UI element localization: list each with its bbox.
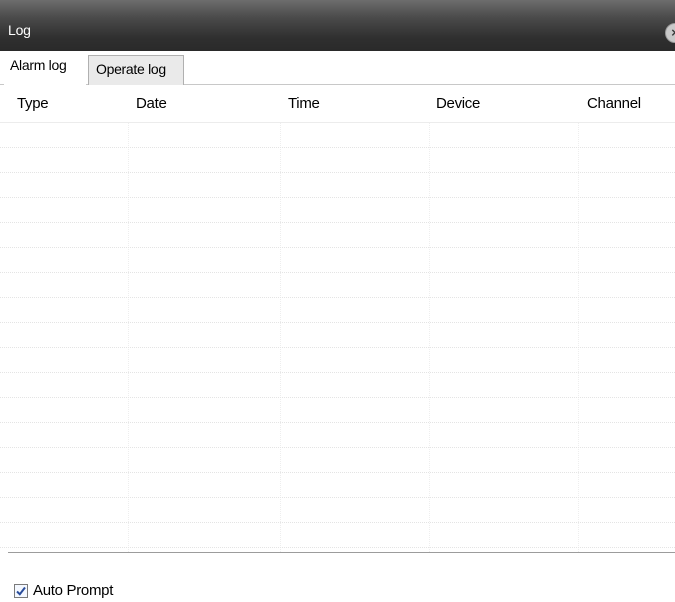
table-row[interactable] bbox=[0, 223, 675, 248]
table-body bbox=[0, 123, 675, 552]
auto-prompt-label[interactable]: Auto Prompt bbox=[33, 582, 113, 599]
close-button[interactable]: × bbox=[665, 23, 675, 43]
column-header-time[interactable]: Time bbox=[288, 95, 320, 112]
table-row[interactable] bbox=[0, 523, 675, 548]
tab-operate-log[interactable]: Operate log bbox=[88, 55, 184, 85]
window-title: Log bbox=[8, 22, 31, 38]
log-window: Log × Alarm log Operate log Type Date Ti… bbox=[0, 0, 675, 602]
log-table[interactable]: Type Date Time Device Channel bbox=[0, 85, 675, 552]
column-header-date[interactable]: Date bbox=[136, 95, 167, 112]
table-row[interactable] bbox=[0, 148, 675, 173]
table-row[interactable] bbox=[0, 298, 675, 323]
column-header-channel[interactable]: Channel bbox=[587, 95, 641, 112]
table-row[interactable] bbox=[0, 373, 675, 398]
table-row[interactable] bbox=[0, 323, 675, 348]
table-row[interactable] bbox=[0, 348, 675, 373]
tab-alarm-log[interactable]: Alarm log bbox=[4, 51, 86, 85]
tab-strip: Alarm log Operate log bbox=[0, 51, 675, 85]
table-header: Type Date Time Device Channel bbox=[0, 85, 675, 123]
checkmark-icon bbox=[16, 586, 26, 596]
title-bar[interactable]: Log × bbox=[0, 0, 675, 51]
table-row[interactable] bbox=[0, 448, 675, 473]
table-row[interactable] bbox=[0, 473, 675, 498]
table-row[interactable] bbox=[0, 173, 675, 198]
table-row[interactable] bbox=[0, 123, 675, 148]
auto-prompt-checkbox[interactable] bbox=[14, 584, 28, 598]
column-header-device[interactable]: Device bbox=[436, 95, 480, 112]
table-row[interactable] bbox=[0, 498, 675, 523]
table-row[interactable] bbox=[0, 423, 675, 448]
footer: Auto Prompt bbox=[0, 553, 675, 602]
close-icon: × bbox=[671, 25, 675, 40]
table-row[interactable] bbox=[0, 198, 675, 223]
table-row[interactable] bbox=[0, 273, 675, 298]
table-row[interactable] bbox=[0, 398, 675, 423]
table-row[interactable] bbox=[0, 248, 675, 273]
column-header-type[interactable]: Type bbox=[17, 95, 49, 112]
